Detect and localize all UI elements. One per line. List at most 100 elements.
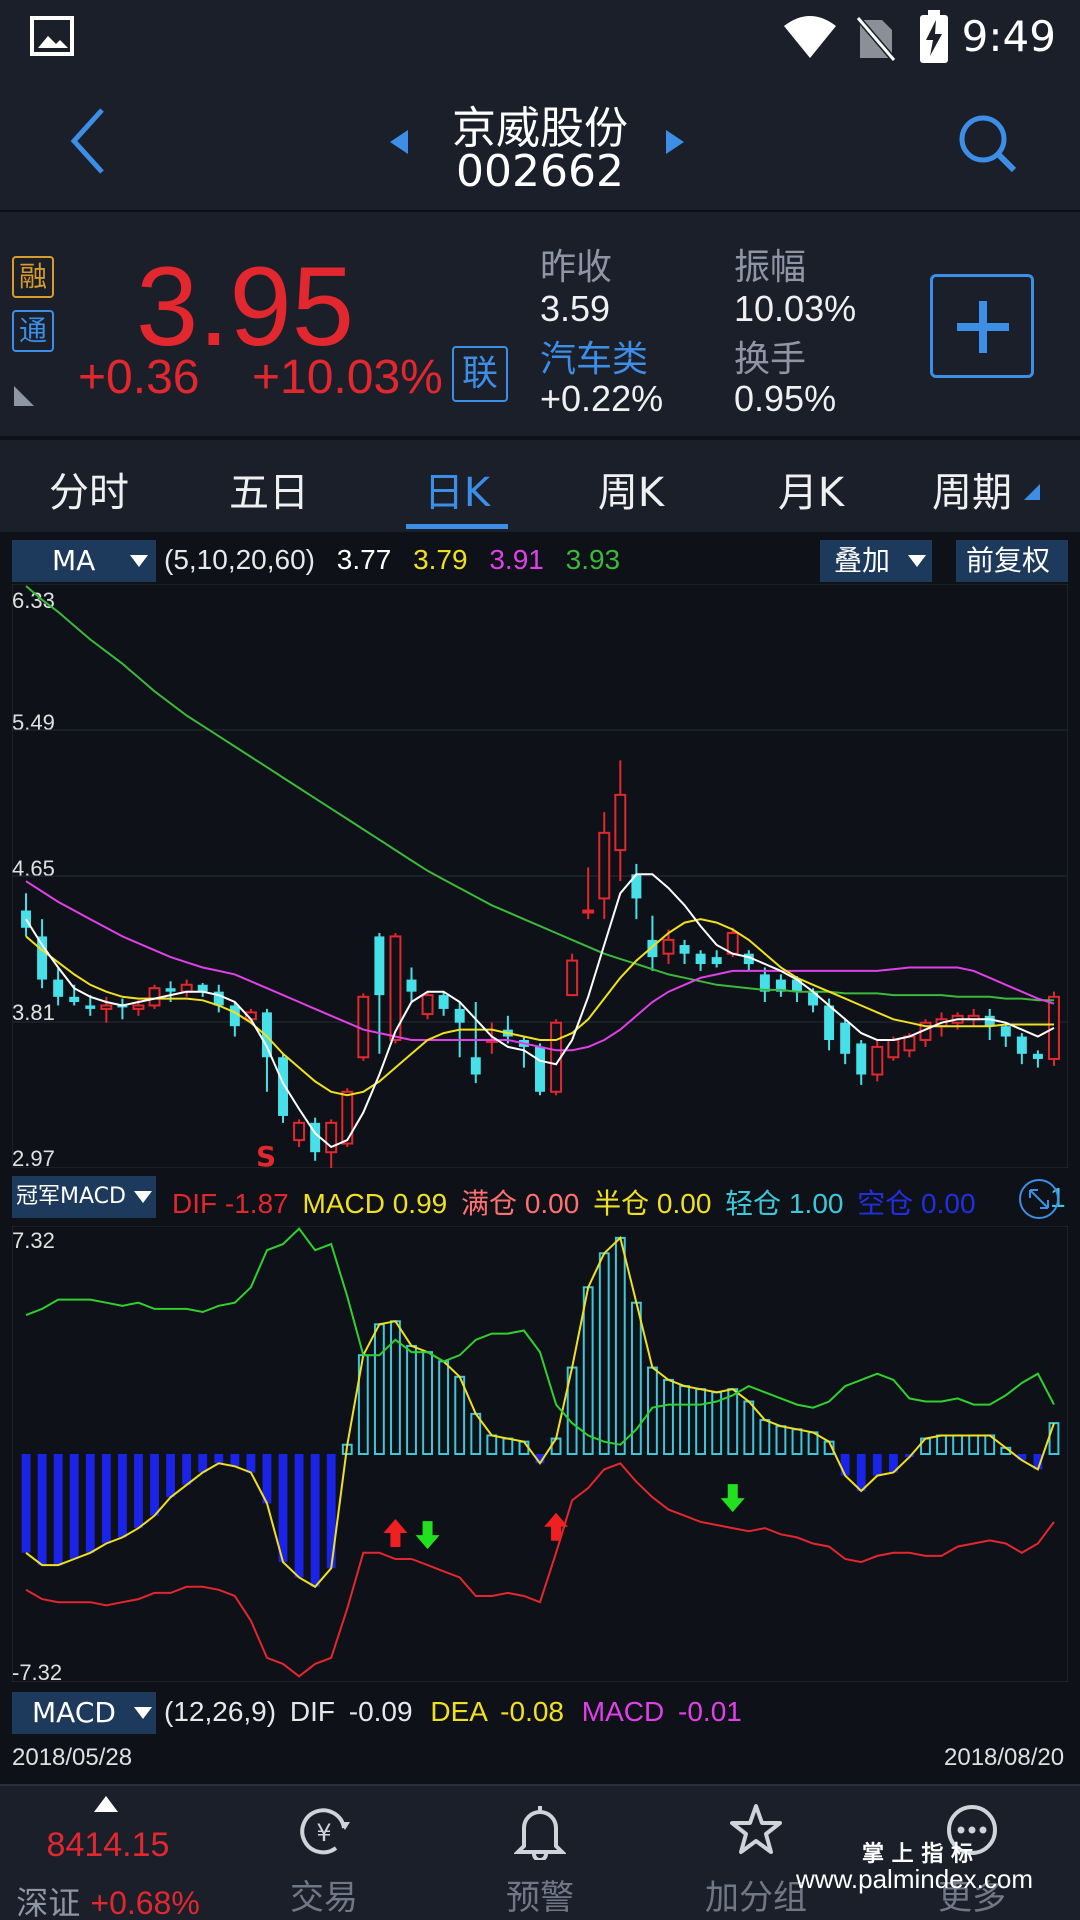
macd-bar-positive <box>373 1323 385 1455</box>
macd-indicator-select[interactable]: MACD <box>12 1692 156 1734</box>
candlestick-chart[interactable] <box>12 584 1068 1168</box>
candle <box>614 760 627 882</box>
cm-empty-label: 空仓 <box>857 1188 914 1219</box>
chevron-down-icon <box>908 555 926 567</box>
candle-body <box>421 994 434 1016</box>
macd-bar-positive <box>663 1378 674 1455</box>
index-ticker[interactable]: 8414.15 深证 +0.68% <box>0 1786 216 1920</box>
date-start: 2018/05/28 <box>12 1744 133 1771</box>
price-change: +0.36 <box>78 351 200 404</box>
candle <box>775 974 786 997</box>
candle-body <box>85 1005 96 1009</box>
ma-indicator-select[interactable]: MA <box>12 540 156 582</box>
candle <box>631 863 642 920</box>
macd-bar-negative <box>166 1454 176 1498</box>
macd-bar-negative <box>840 1454 850 1476</box>
quote-panel: 融 通 3.95 +0.36 +10.03% 联 昨收 3.59 汽车类 +0.… <box>0 212 1080 436</box>
candle <box>582 867 595 920</box>
index-line: 深证 +0.68% <box>0 1878 216 1920</box>
candle <box>711 950 722 968</box>
custom-macd-legend: DIF -1.87 MACD 0.99 满仓 0.00 半仓 0.00 轻仓 1… <box>172 1182 976 1222</box>
expand-icon[interactable] <box>1018 1178 1060 1220</box>
candle-body <box>406 979 417 992</box>
cm-macd: 0.99 <box>392 1188 448 1219</box>
candle-body <box>261 1012 272 1058</box>
candle <box>421 991 434 1020</box>
macd-bar-positive <box>695 1388 707 1456</box>
candle <box>180 979 193 997</box>
tab-intraday[interactable]: 分时 <box>14 460 164 518</box>
nav-trade[interactable]: ¥ 交易 <box>244 1786 404 1920</box>
candle <box>743 950 754 971</box>
ma-select-label: MA <box>52 544 96 577</box>
sector-change: +0.22% <box>540 378 664 419</box>
macd-dea: -0.08 <box>500 1696 564 1727</box>
buy-arrow-shape <box>383 1518 408 1547</box>
macd-red-line <box>25 1462 1055 1678</box>
prev-close-label: 昨收 <box>540 247 613 288</box>
trade-icon: ¥ <box>300 1808 350 1855</box>
overlay-select[interactable]: 叠加 <box>820 540 932 582</box>
tab-five-day[interactable]: 五日 <box>194 460 344 518</box>
ma10-value: 3.79 <box>413 544 468 575</box>
macd-legend: (12,26,9) DIF -0.09 DEA -0.08 MACD -0.01 <box>164 1696 742 1728</box>
macd-bar-positive <box>952 1434 964 1455</box>
macd-bar-positive <box>679 1385 690 1456</box>
lian-badge[interactable]: 联 <box>452 346 508 402</box>
candle-body <box>470 1057 481 1075</box>
custom-macd-select[interactable]: 冠军MACD <box>12 1176 156 1218</box>
macd-bar-positive <box>759 1419 771 1456</box>
cm-dif-label: DIF <box>172 1188 218 1219</box>
buy-arrow-icon <box>383 1518 408 1547</box>
margin-badge: 融 <box>12 256 54 298</box>
macd-bar-negative <box>246 1454 256 1473</box>
candle-body <box>614 793 627 852</box>
macd-bar-negative <box>101 1454 111 1544</box>
macd-bar-negative <box>310 1454 320 1587</box>
overlay-label: 叠加 <box>834 544 891 577</box>
macd-bar-negative <box>69 1454 79 1559</box>
adjust-button[interactable]: 前复权 <box>956 540 1068 582</box>
candle <box>871 1039 884 1082</box>
date-end: 2018/08/20 <box>944 1744 1065 1771</box>
stock-code: 002662 <box>456 146 624 197</box>
search-icon[interactable] <box>956 112 1020 176</box>
cm-dif: -1.87 <box>224 1188 289 1219</box>
chevron-down-icon <box>134 1191 152 1203</box>
amplitude-label: 振幅 <box>734 247 807 288</box>
candle <box>679 939 690 965</box>
chevron-down-icon <box>134 1707 152 1719</box>
nav-group[interactable]: 加分组 <box>676 1786 836 1920</box>
candle <box>967 1008 980 1027</box>
add-watchlist-button[interactable] <box>930 274 1034 378</box>
candle-body <box>824 1005 835 1040</box>
sell-arrow-icon <box>720 1484 745 1513</box>
macd-bar-positive <box>518 1440 530 1455</box>
next-stock-icon[interactable] <box>664 128 686 156</box>
macd-bar-positive <box>470 1412 482 1455</box>
tab-monthly-k[interactable]: 月K <box>736 460 886 518</box>
candle <box>197 983 208 997</box>
sector-label[interactable]: 汽车类 <box>540 330 648 382</box>
cm-full: 0.00 <box>524 1188 580 1219</box>
caret-up-icon <box>94 1796 118 1812</box>
candle-body <box>582 909 595 914</box>
candle <box>213 984 224 1013</box>
candle-body <box>598 831 611 900</box>
macd-params: (12,26,9) <box>164 1696 277 1727</box>
nav-alert[interactable]: 预警 <box>460 1786 620 1920</box>
macd-bar-positive <box>614 1236 626 1456</box>
sell-arrow-icon <box>415 1521 440 1550</box>
macd-chart[interactable] <box>12 1226 1068 1682</box>
candle-body <box>454 1008 465 1023</box>
candle-body <box>726 931 739 955</box>
watermark-url: www.palmindex.com <box>796 1864 1033 1894</box>
title-bar: 京威股份 002662 <box>0 76 1080 212</box>
candle-body <box>535 1046 545 1092</box>
macd-dif-label: DIF <box>289 1696 335 1727</box>
bell-icon <box>514 1806 566 1860</box>
tab-daily-k[interactable]: 日K <box>382 460 532 518</box>
tab-period[interactable]: 周期 <box>902 460 1042 518</box>
tab-weekly-k[interactable]: 周K <box>556 460 706 518</box>
macd-envelope-line <box>25 1235 1055 1589</box>
